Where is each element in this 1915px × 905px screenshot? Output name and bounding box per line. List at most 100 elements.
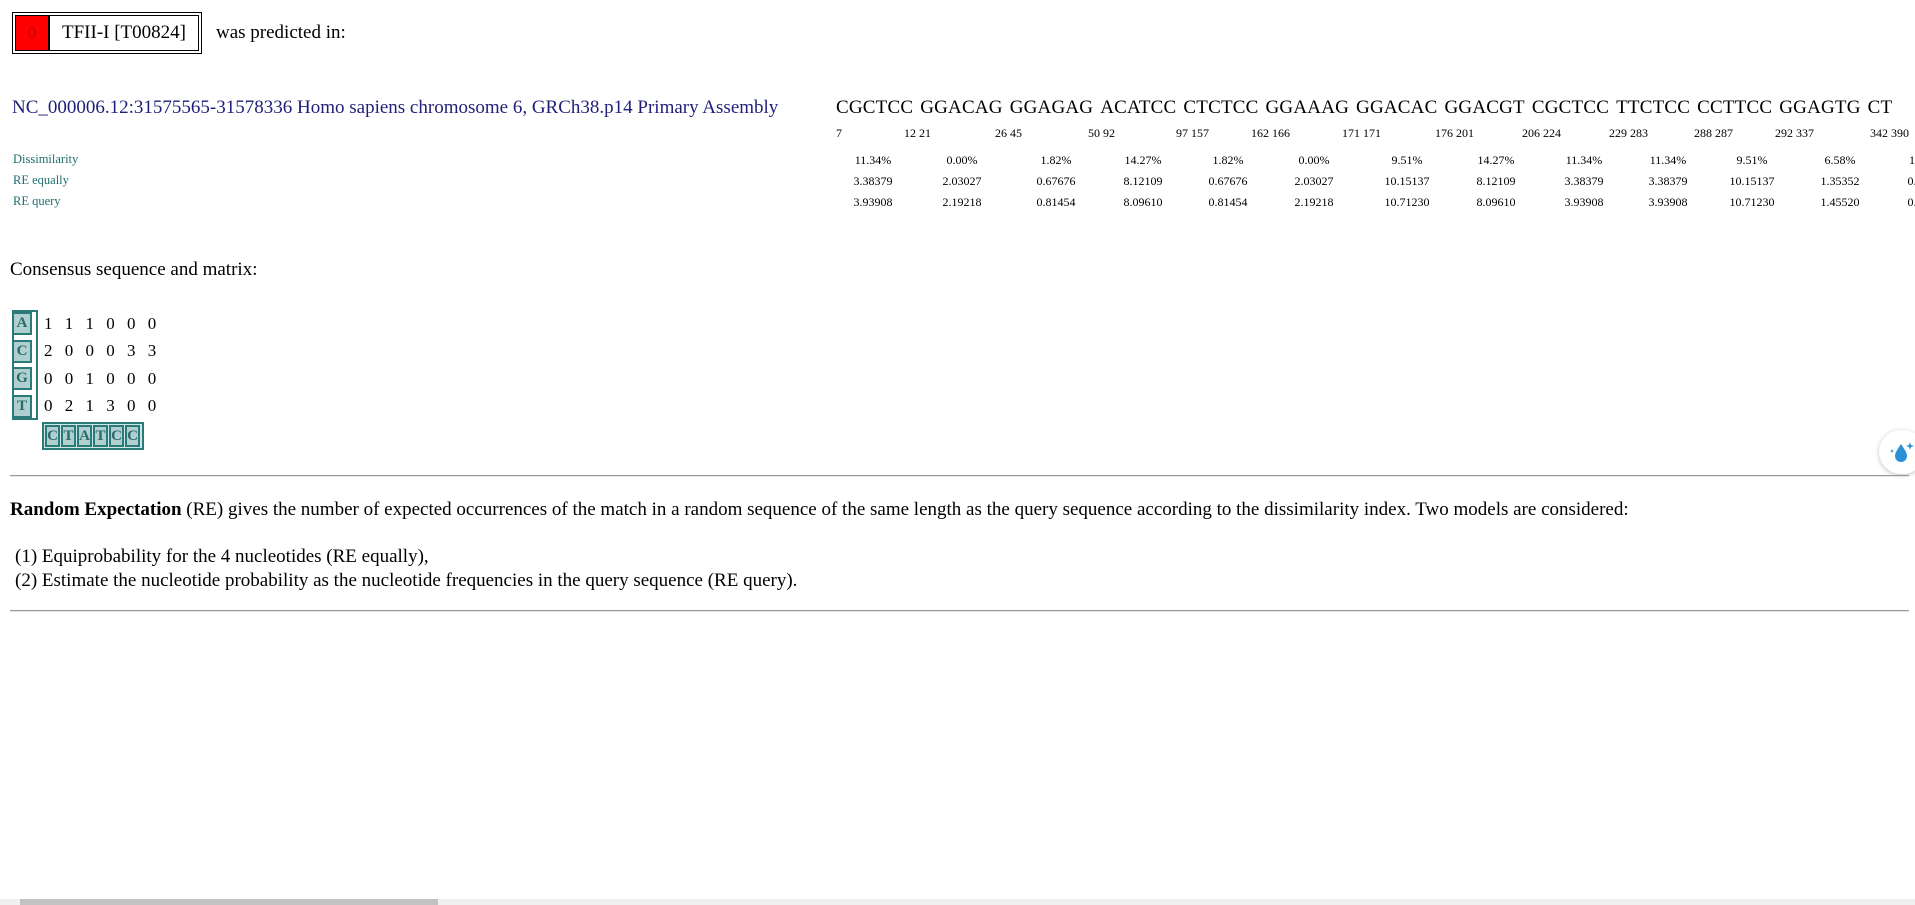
divider <box>10 475 1909 477</box>
match-sequence: GGAGTG <box>1779 97 1861 118</box>
match-sequence: CGCTCC <box>836 97 914 118</box>
re-query-value: 8.09610 <box>1123 195 1163 209</box>
dissimilarity-value: 14.27% <box>1477 153 1515 167</box>
re-equally-value: 3.38379 <box>853 174 893 188</box>
dissimilarity-value: 11.34% <box>1565 153 1603 167</box>
matrix-counts: 1 1 1 0 0 0 <box>44 313 161 333</box>
re-equally-value: 0.67676 <box>1036 174 1076 188</box>
re-equally-value: 1.35352 <box>1820 174 1860 188</box>
consensus-title: Consensus sequence and matrix: <box>10 259 258 280</box>
re-equally-value: 2.03027 <box>942 174 982 188</box>
match-sequence: GGAGAG <box>1009 97 1094 118</box>
match-position: 162 166 <box>1251 126 1290 140</box>
factor-name[interactable]: TFII-I [T00824] <box>50 16 198 50</box>
consensus-nucleotide: C <box>109 425 124 447</box>
re-equally-value: 0.67676 <box>1208 174 1248 188</box>
match-sequence: GGAAAG <box>1265 97 1350 118</box>
consensus-nucleotide: T <box>61 425 76 447</box>
re-query-value: 0.81454 <box>1208 195 1248 209</box>
match-position: 97 157 <box>1176 126 1209 140</box>
predicted-text: was predicted in: <box>216 22 346 43</box>
re-query-value: 10.71230 <box>1384 195 1430 209</box>
re-query-row: 3.93908 2.19218 0.81454 8.09610 0.81454 … <box>0 195 1915 211</box>
re-model-2: (2) Estimate the nucleotide probability … <box>15 570 798 591</box>
factor-box[interactable]: 0 TFII-I [T00824] <box>12 12 202 54</box>
re-equally-value: 3.38379 <box>1564 174 1604 188</box>
match-position: 26 45 <box>995 126 1022 140</box>
match-sequence: GGACGT <box>1444 97 1525 118</box>
re-query-value: 0.81454 <box>1036 195 1076 209</box>
re-query-value: 2.19218 <box>1294 195 1334 209</box>
re-query-value: 3.93908 <box>853 195 893 209</box>
dissimilarity-value: 0.00% <box>946 153 978 167</box>
matrix-counts: 0 2 1 3 0 0 <box>44 396 161 416</box>
re-query-value: 2.19218 <box>942 195 982 209</box>
match-sequence: ACATCC <box>1100 97 1177 118</box>
re-equally-value: 2.03027 <box>1294 174 1334 188</box>
match-position: 171 171 <box>1342 126 1381 140</box>
dissimilarity-value: 14.27% <box>1124 153 1162 167</box>
dissimilarity-value: 11.34% <box>854 153 892 167</box>
re-query-value: 8.09610 <box>1476 195 1516 209</box>
scrollbar-thumb[interactable] <box>20 899 438 905</box>
re-model-1: (1) Equiprobability for the 4 nucleotide… <box>15 546 429 567</box>
dissimilarity-row: 11.34% 0.00% 1.82% 14.27% 1.82% 0.00% 9.… <box>0 153 1915 169</box>
re-equally-value: 8.12109 <box>1476 174 1516 188</box>
dissimilarity-value: 1 <box>1909 153 1915 167</box>
match-sequence: CTCTCC <box>1183 97 1259 118</box>
match-position: 288 287 <box>1694 126 1733 140</box>
match-sequences: CGCTCC GGACAG GGAGAG ACATCC CTCTCC GGAAAG GGAC… <box>836 97 1899 119</box>
match-sequence: CGCTCC <box>1531 97 1610 118</box>
factor-count: 0 <box>16 16 50 50</box>
re-equally-value: 10.15137 <box>1384 174 1430 188</box>
match-position: 292 337 <box>1775 126 1814 140</box>
match-position: 176 201 <box>1435 126 1474 140</box>
re-query-value: 0. <box>1907 195 1915 209</box>
re-query-value: 1.45520 <box>1820 195 1860 209</box>
nucleotide-column <box>12 310 38 420</box>
re-equally-row: 3.38379 2.03027 0.67676 8.12109 0.67676 … <box>0 174 1915 190</box>
consensus-sequence: C T A T C C <box>42 422 144 450</box>
water-drop-sparkle-icon <box>1890 442 1914 462</box>
match-position: 7 <box>836 126 842 140</box>
match-sequence: GGACAC <box>1356 97 1438 118</box>
dissimilarity-value: 11.34% <box>1649 153 1687 167</box>
re-description: (RE) gives the number of expected occurr… <box>181 499 1629 520</box>
matrix-counts: 2 0 0 0 3 3 <box>44 341 161 361</box>
re-explanation: Random Expectation (RE) gives the number… <box>10 499 1629 521</box>
matrix-counts: 0 0 1 0 0 0 <box>44 368 161 388</box>
re-equally-value: 0. <box>1907 174 1915 188</box>
floating-assistant-button[interactable] <box>1879 430 1915 474</box>
match-position: 206 224 <box>1522 126 1561 140</box>
re-equally-value: 3.38379 <box>1648 174 1688 188</box>
match-sequence: CT <box>1867 97 1893 118</box>
match-position: 229 283 <box>1609 126 1648 140</box>
dissimilarity-value: 6.58% <box>1824 153 1856 167</box>
consensus-nucleotide: T <box>93 425 108 447</box>
re-equally-value: 8.12109 <box>1123 174 1163 188</box>
match-position: 342 390 <box>1870 126 1909 140</box>
dissimilarity-value: 9.51% <box>1736 153 1768 167</box>
dissimilarity-value: 1.82% <box>1212 153 1244 167</box>
divider <box>10 610 1909 612</box>
consensus-nucleotide: C <box>45 425 60 447</box>
match-position: 12 21 <box>904 126 931 140</box>
consensus-matrix: A 1 1 1 0 0 0 C 2 0 0 0 3 3 G 0 0 1 0 0 … <box>12 310 161 450</box>
re-query-value: 3.93908 <box>1564 195 1604 209</box>
dissimilarity-value: 0.00% <box>1298 153 1330 167</box>
consensus-nucleotide: A <box>77 425 92 447</box>
re-equally-value: 10.15137 <box>1729 174 1775 188</box>
sequence-name[interactable]: NC_000006.12:31575565-31578336 Homo sapi… <box>12 97 778 119</box>
match-sequence: TTCTCC <box>1616 97 1691 118</box>
horizontal-scrollbar[interactable] <box>0 899 1915 905</box>
re-query-value: 3.93908 <box>1648 195 1688 209</box>
prediction-header: 0 TFII-I [T00824] was predicted in: <box>12 12 346 54</box>
dissimilarity-value: 1.82% <box>1040 153 1072 167</box>
match-position: 50 92 <box>1088 126 1115 140</box>
match-sequence: CCTTCC <box>1697 97 1773 118</box>
re-models-list: (1) Equiprobability for the 4 nucleotide… <box>15 545 797 593</box>
match-sequence: GGACAG <box>920 97 1003 118</box>
re-query-value: 10.71230 <box>1729 195 1775 209</box>
consensus-nucleotide: C <box>125 425 140 447</box>
re-bold-term: Random Expectation <box>10 499 182 520</box>
